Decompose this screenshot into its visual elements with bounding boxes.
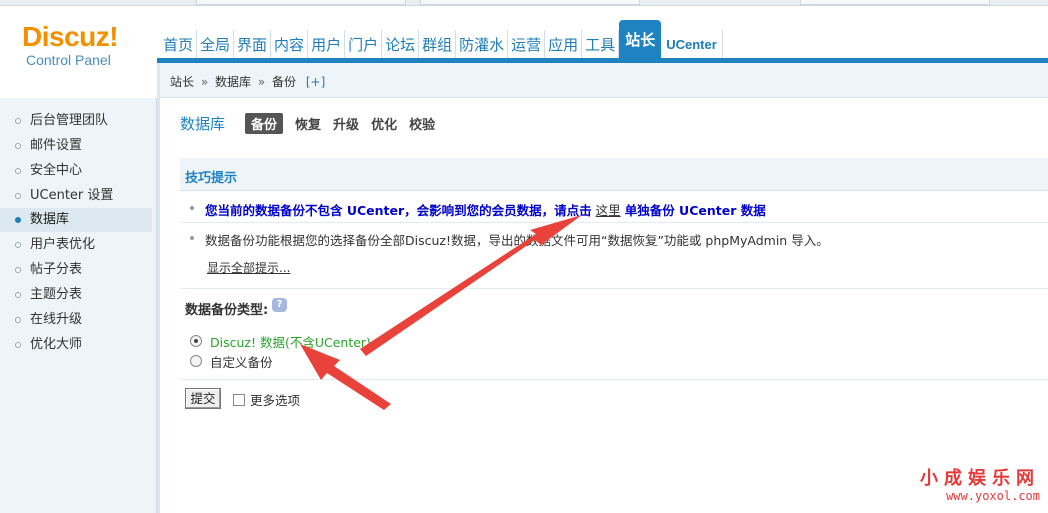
radio-button[interactable]: [190, 335, 202, 347]
breadcrumb-bar: 站长 » 数据库 » 备份 [+]: [157, 63, 1048, 98]
bullet-icon: [190, 236, 194, 240]
nav-item-global[interactable]: 全局: [197, 30, 235, 60]
help-icon[interactable]: ?: [272, 298, 287, 312]
sidebar-item-label: 在线升级: [30, 312, 83, 327]
nav-item-portal[interactable]: 门户: [345, 30, 383, 60]
main-content: 数据库 备份 恢复 升级 优化 校验 技巧提示 您当前的数据备份不包含 UCen…: [160, 98, 1048, 513]
watermark-url: www.yoxol.com: [946, 489, 1040, 503]
divider: [180, 222, 1048, 223]
sidebar-item-label: UCenter 设置: [30, 188, 114, 203]
sidebar-item-label: 邮件设置: [30, 138, 83, 153]
sidebar-item-label: 数据库: [30, 212, 70, 227]
sidebar-item-ucenter-settings[interactable]: UCenter 设置: [0, 184, 152, 208]
tab-check[interactable]: 校验: [409, 114, 435, 133]
radio-label: 自定义备份: [210, 354, 273, 370]
nav-item-content[interactable]: 内容: [271, 30, 309, 60]
backup-type-label: 数据备份类型:: [185, 303, 269, 318]
show-all-tips-link[interactable]: 显示全部提示...: [207, 259, 290, 276]
nav-item-ucenter[interactable]: UCenter: [661, 30, 723, 60]
tips-title: 技巧提示: [185, 171, 238, 186]
breadcrumb-item[interactable]: 数据库: [215, 75, 251, 89]
sidebar-item-thread-split[interactable]: 主题分表: [0, 283, 152, 307]
sidebar-item-upgrade[interactable]: 在线升级: [0, 308, 152, 332]
sidebar-item-label: 优化大师: [30, 337, 83, 352]
breadcrumb: 站长 » 数据库 » 备份 [+]: [170, 73, 325, 90]
bullet-icon: [15, 292, 21, 298]
tab-restore[interactable]: 恢复: [295, 114, 321, 133]
nav-item-user[interactable]: 用户: [308, 30, 346, 60]
ucenter-backup-link[interactable]: 这里: [596, 203, 621, 218]
nav-item-plugin[interactable]: 应用: [545, 30, 583, 60]
main-nav: 首页 全局 界面 内容 用户 门户 论坛 群组 防灌水 运营 应用 工具 站长 …: [160, 20, 723, 60]
sidebar-item-label: 帖子分表: [30, 262, 83, 277]
watermark: 小成娱乐网 www.yoxol.com: [920, 468, 1040, 504]
nav-item-operation[interactable]: 运营: [508, 30, 546, 60]
bullet-icon: [15, 342, 21, 348]
nav-item-founder[interactable]: 站长: [619, 20, 662, 60]
nav-item-home[interactable]: 首页: [160, 30, 198, 60]
nav-item-style[interactable]: 界面: [234, 30, 272, 60]
logo-bang: !: [109, 21, 119, 52]
nav-item-tools[interactable]: 工具: [582, 30, 620, 60]
sidebar-item-user-table[interactable]: 用户表优化: [0, 233, 152, 257]
tab-backup[interactable]: 备份: [245, 113, 284, 134]
bullet-icon: [15, 242, 21, 248]
sidebar-item-label: 用户表优化: [30, 237, 96, 252]
more-options-label: 更多选项: [250, 393, 301, 408]
sidebar-item-label: 安全中心: [30, 163, 83, 178]
tip2-text: 数据备份功能根据您的选择备份全部Discuz!数据，导出的数据文件可用“数据恢复…: [205, 233, 829, 248]
sidebar-item-post-split[interactable]: 帖子分表: [0, 258, 152, 282]
sidebar-item-database[interactable]: 数据库: [0, 208, 152, 232]
discuz-logo[interactable]: Discuz! Control Panel: [22, 21, 132, 69]
sidebar: 后台管理团队 邮件设置 安全中心 UCenter 设置 数据库 用户表优化 帖子…: [0, 98, 157, 513]
bullet-icon: [15, 193, 21, 199]
nav-item-group[interactable]: 群组: [419, 30, 457, 60]
tips-header: 技巧提示: [180, 158, 1048, 191]
divider: [180, 288, 1048, 289]
browser-tab[interactable]: [800, 0, 990, 5]
bullet-icon: [15, 267, 21, 273]
sidebar-item-label: 主题分表: [30, 287, 83, 302]
bullet-icon: [190, 206, 194, 210]
watermark-title: 小成娱乐网: [920, 468, 1040, 489]
sidebar-item-security[interactable]: 安全中心: [0, 159, 152, 183]
radio-label: Discuz! 数据(不含UCenter): [210, 334, 371, 350]
bullet-icon: [15, 168, 21, 174]
sidebar-item-optimizer[interactable]: 优化大师: [0, 333, 152, 357]
more-options-checkbox[interactable]: [233, 393, 245, 406]
sidebar-item-mail[interactable]: 邮件设置: [0, 134, 152, 158]
tab-upgrade[interactable]: 升级: [333, 114, 359, 133]
add-shortcut-button[interactable]: [+]: [306, 75, 325, 89]
breadcrumb-item[interactable]: 站长: [170, 75, 194, 89]
breadcrumb-sep: »: [257, 75, 266, 89]
sidebar-item-admin-team[interactable]: 后台管理团队: [0, 109, 152, 133]
breadcrumb-item: 备份: [272, 75, 297, 89]
radio-custom-backup[interactable]: 自定义备份: [190, 352, 273, 370]
browser-tab[interactable]: [196, 0, 406, 5]
nav-item-antispam[interactable]: 防灌水: [456, 30, 509, 60]
bullet-icon: [15, 118, 21, 124]
nav-item-forum[interactable]: 论坛: [382, 30, 420, 60]
bullet-icon: [15, 317, 21, 323]
divider: [180, 379, 1048, 380]
header: Discuz! Control Panel 首页 全局 界面 内容 用户 门户 …: [0, 6, 1048, 68]
radio-discuz-data[interactable]: Discuz! 数据(不含UCenter): [190, 332, 371, 350]
bullet-icon: [15, 217, 21, 223]
logo-title: Discuz: [22, 21, 110, 52]
bullet-icon: [15, 143, 21, 149]
database-tabs: 数据库 备份 恢复 升级 优化 校验: [180, 113, 447, 134]
tip1-text-end: 单独备份 UCenter 数据: [624, 203, 766, 218]
browser-tab[interactable]: [420, 0, 640, 5]
radio-button[interactable]: [190, 355, 202, 367]
tip1-text: 您当前的数据备份不包含 UCenter，会影响到您的会员数据，请点击: [205, 203, 592, 218]
breadcrumb-sep: »: [200, 75, 209, 89]
section-title: 数据库: [180, 115, 226, 133]
submit-button[interactable]: 提交: [185, 388, 221, 409]
tab-optimize[interactable]: 优化: [371, 114, 397, 133]
sidebar-item-label: 后台管理团队: [30, 113, 109, 128]
logo-subtitle: Control Panel: [26, 52, 111, 68]
more-options-toggle[interactable]: 更多选项: [233, 390, 300, 409]
